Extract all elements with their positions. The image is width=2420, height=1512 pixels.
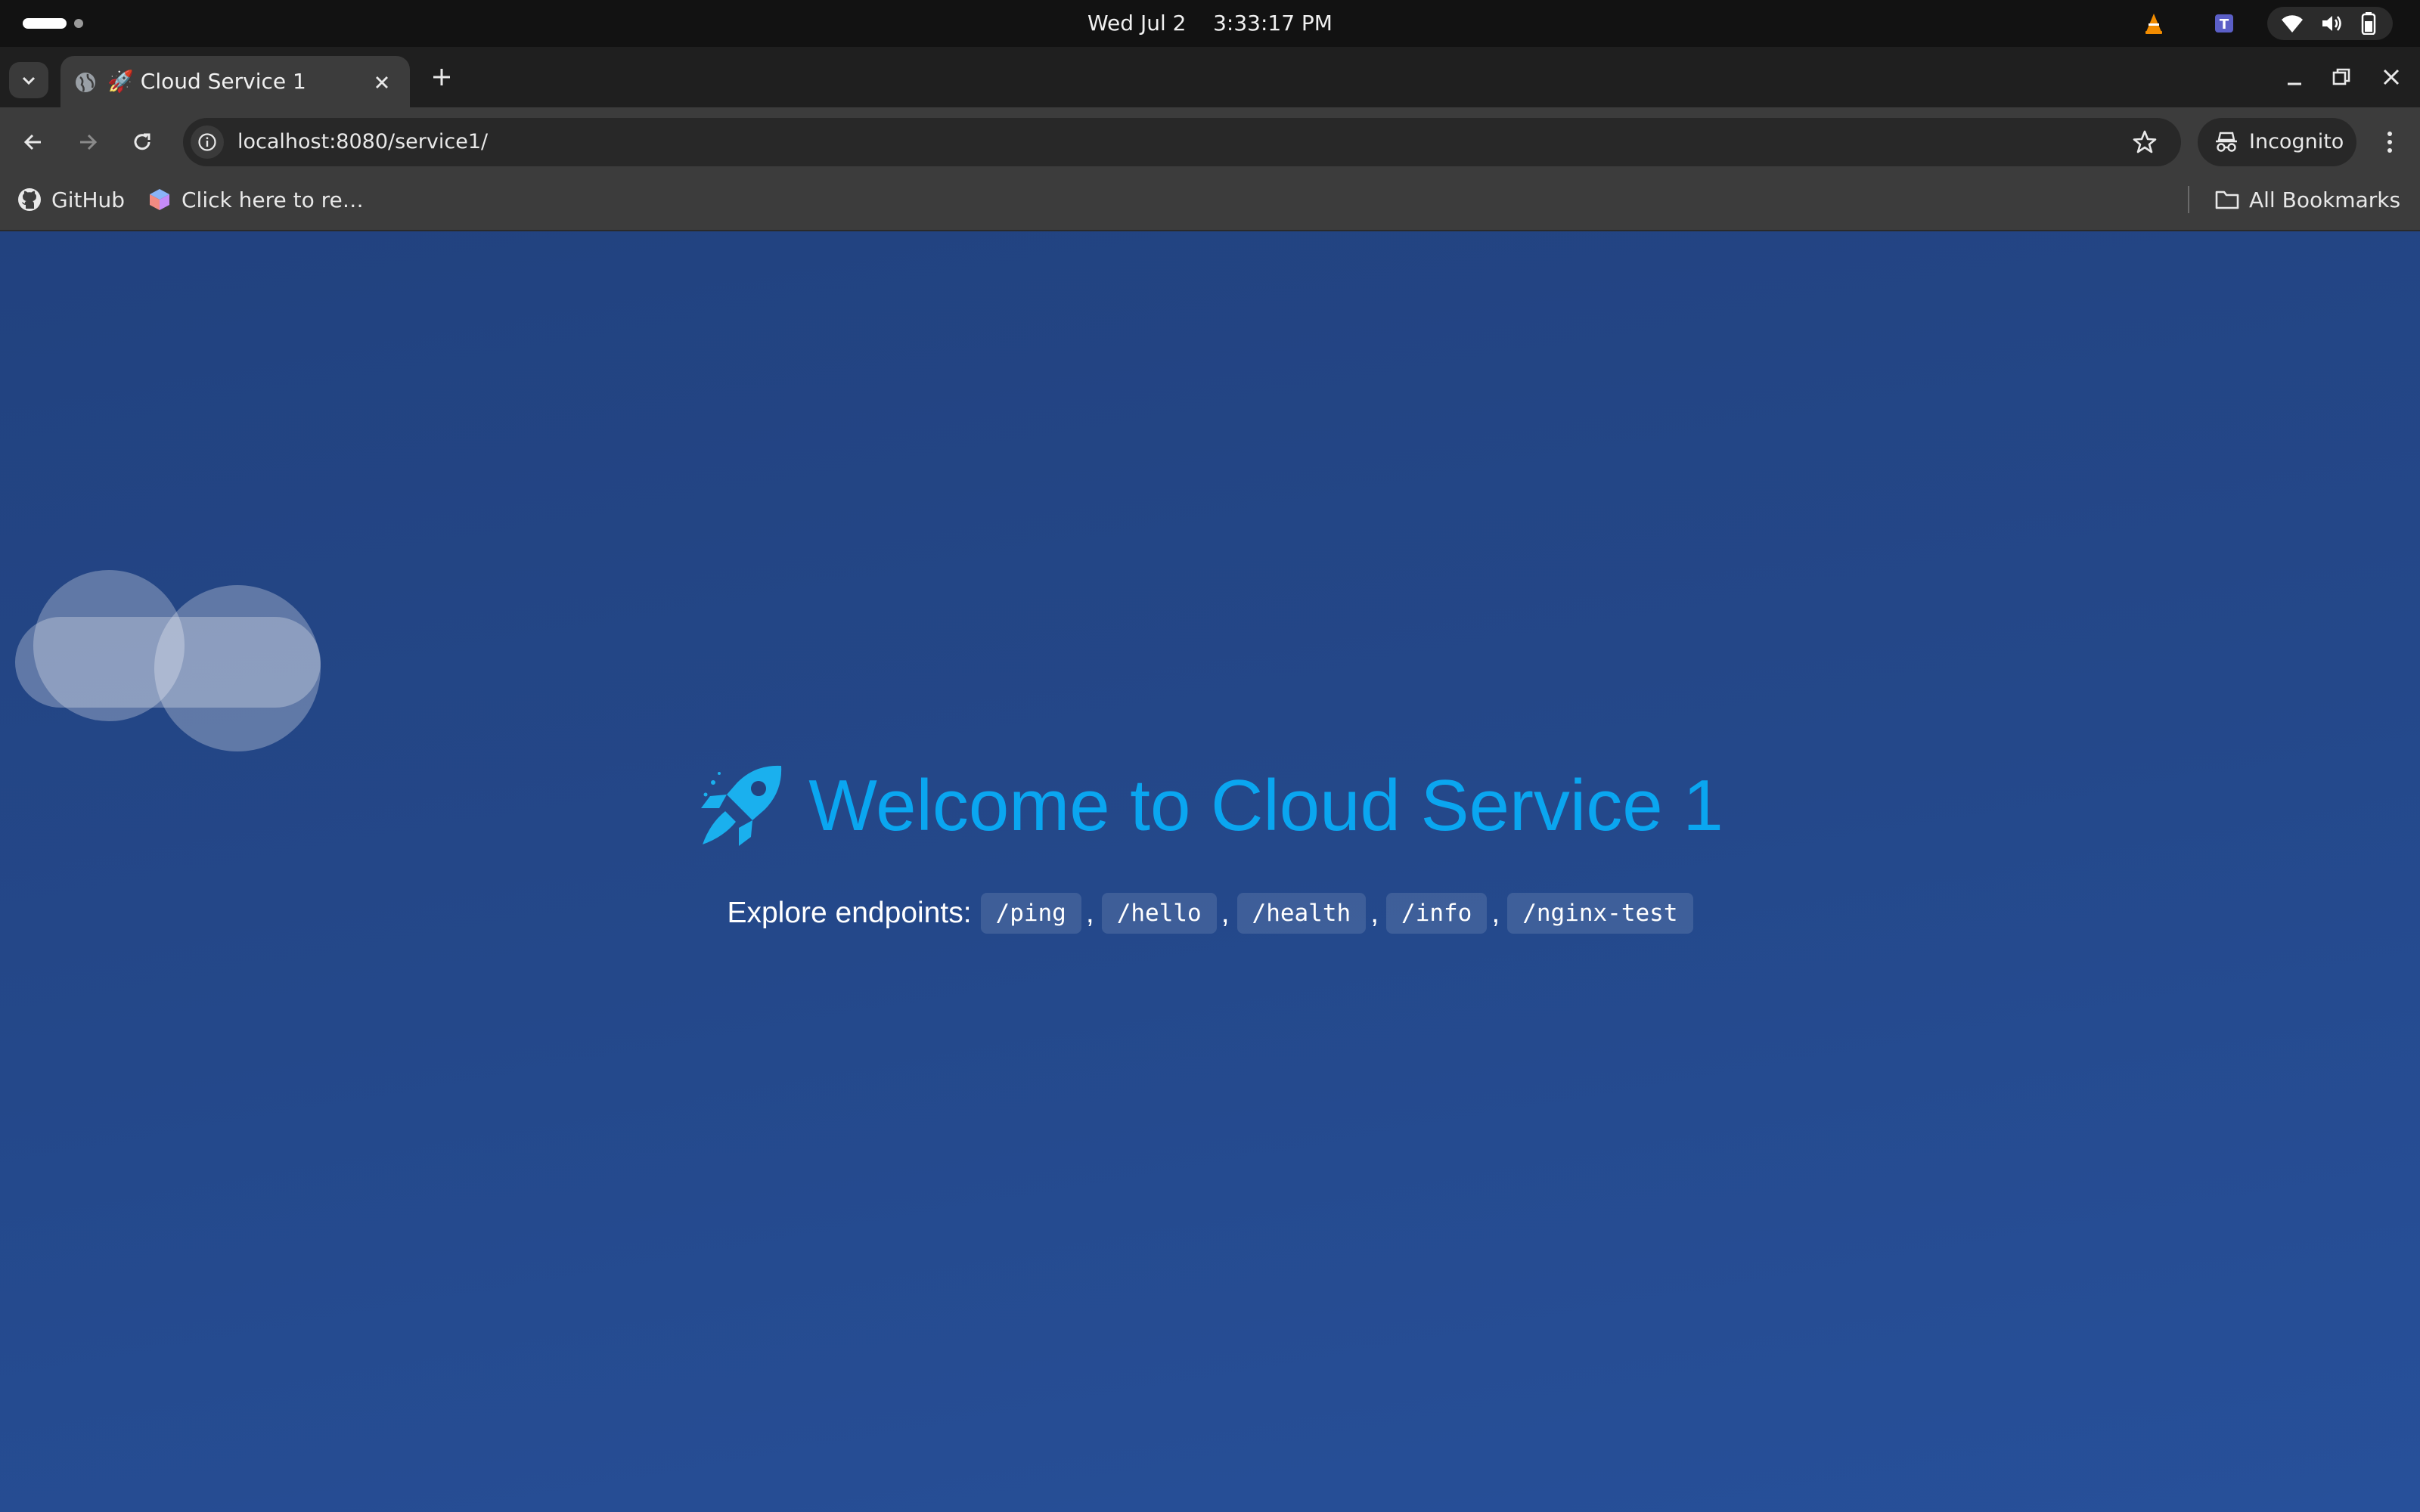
battery-icon <box>2361 12 2376 35</box>
endpoint-hello: /hello <box>1101 893 1217 934</box>
restore-icon[interactable] <box>2328 64 2355 91</box>
more-menu-icon[interactable] <box>2375 127 2405 157</box>
bookmark-star-icon[interactable] <box>2131 129 2158 156</box>
address-bar[interactable]: localhost:8080/service1/ <box>183 118 2181 166</box>
system-top-bar: Wed Jul 2 3:33:17 PM T <box>0 0 2420 47</box>
bookmark-label: Click here to re… <box>182 187 364 212</box>
bookmarks-bar: GitHub Click here to re… All Bookmarks <box>0 177 2420 231</box>
bookmark-label: GitHub <box>51 187 126 212</box>
clock-time: 3:33:17 PM <box>1213 11 1333 36</box>
chevron-down-icon <box>22 76 36 85</box>
close-window-icon[interactable] <box>2378 64 2405 91</box>
endpoint-nginx-test: /nginx-test <box>1507 893 1693 934</box>
back-arrow-icon[interactable] <box>18 127 48 157</box>
bookmark-click-here[interactable]: Click here to re… <box>147 177 364 222</box>
endpoints-line: Explore endpoints: /ping, /hello, /healt… <box>0 893 2420 934</box>
cloud-puff-right <box>154 585 321 751</box>
all-bookmarks-button[interactable]: All Bookmarks <box>2214 177 2400 222</box>
separator: , <box>1370 897 1379 929</box>
rocket-icon <box>701 765 782 846</box>
browser-toolbar: localhost:8080/service1/ Incognito <box>0 107 2420 177</box>
new-tab-icon[interactable] <box>428 64 455 91</box>
close-tab-icon[interactable] <box>371 71 393 94</box>
svg-text:T: T <box>2220 17 2229 33</box>
volume-icon <box>2322 16 2341 31</box>
site-info-button[interactable] <box>191 125 224 159</box>
separator: , <box>1085 897 1094 929</box>
tab-search-button[interactable] <box>9 62 48 98</box>
tab-strip: 🚀 Cloud Service 1 <box>0 47 2420 107</box>
separator: , <box>1491 897 1500 929</box>
wifi-icon <box>2282 15 2303 33</box>
incognito-label: Incognito <box>2249 130 2344 153</box>
endpoint-info: /info <box>1386 893 1488 934</box>
incognito-button[interactable]: Incognito <box>2198 118 2356 166</box>
github-icon <box>18 188 41 211</box>
clock[interactable]: Wed Jul 2 3:33:17 PM <box>0 0 2420 47</box>
clock-date: Wed Jul 2 <box>1087 11 1187 36</box>
cloud-decoration <box>15 570 325 751</box>
tab-title: 🚀 Cloud Service 1 <box>107 69 306 94</box>
minimize-icon[interactable] <box>2281 64 2308 91</box>
bookmark-github[interactable]: GitHub <box>17 177 125 222</box>
separator: , <box>1221 897 1230 929</box>
forward-arrow-icon[interactable] <box>73 127 103 157</box>
endpoint-health: /health <box>1236 893 1367 934</box>
reload-icon[interactable] <box>127 127 157 157</box>
headline-text: Welcome to Cloud Service 1 <box>808 765 1723 846</box>
vlc-icon[interactable] <box>2142 11 2166 36</box>
teams-tray-icon[interactable]: T <box>2213 11 2237 36</box>
cube-icon <box>150 189 169 210</box>
tab-cloud-service[interactable]: 🚀 Cloud Service 1 <box>60 56 410 107</box>
all-bookmarks-label: All Bookmarks <box>2249 187 2401 212</box>
quick-settings[interactable] <box>2267 7 2393 40</box>
page-viewport: Welcome to Cloud Service 1 Explore endpo… <box>0 231 2420 1512</box>
info-icon <box>198 133 216 151</box>
incognito-icon <box>2216 132 2237 152</box>
hero-section: Welcome to Cloud Service 1 Explore endpo… <box>0 761 2420 934</box>
endpoint-ping: /ping <box>980 893 1081 934</box>
page-title: Welcome to Cloud Service 1 <box>697 761 1723 851</box>
explore-label: Explore endpoints: <box>727 897 972 929</box>
bookmarks-divider <box>2188 186 2189 213</box>
url-text[interactable]: localhost:8080/service1/ <box>237 118 488 166</box>
folder-icon <box>2215 191 2239 209</box>
globe-icon <box>76 73 95 92</box>
